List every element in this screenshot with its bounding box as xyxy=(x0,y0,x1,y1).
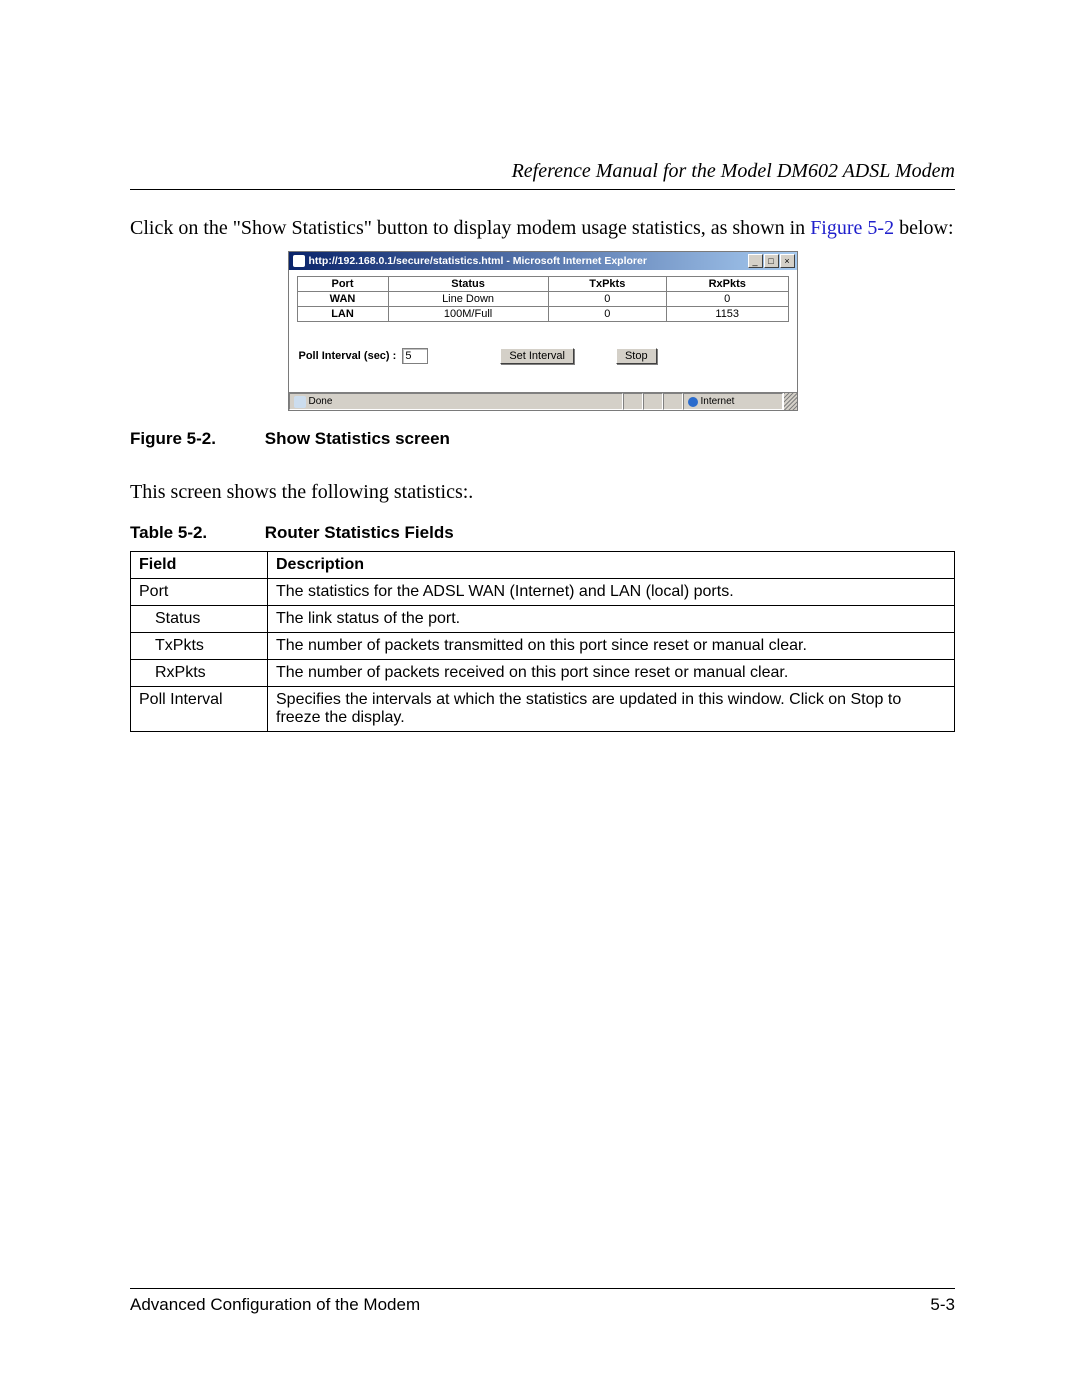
intro-text-post: below: xyxy=(894,217,953,239)
desc-field: TxPkts xyxy=(131,633,268,660)
statistics-table: Port Status TxPkts RxPkts WAN Line Down … xyxy=(297,276,789,322)
cell-port: WAN xyxy=(297,292,388,307)
figure-caption-label: Figure 5-2. xyxy=(130,429,260,449)
desc-desc: The number of packets received on this p… xyxy=(268,660,955,687)
desc-desc: Specifies the intervals at which the sta… xyxy=(268,687,955,732)
desc-field: RxPkts xyxy=(131,660,268,687)
ie-icon xyxy=(293,255,305,267)
close-button[interactable]: × xyxy=(780,254,795,268)
poll-interval-row: Poll Interval (sec) : Set Interval Stop xyxy=(297,348,789,364)
status-pane-empty xyxy=(643,393,663,410)
internet-icon xyxy=(688,397,698,407)
cell-tx: 0 xyxy=(548,292,666,307)
desc-header-field: Field xyxy=(131,552,268,579)
table-row: RxPkts The number of packets received on… xyxy=(131,660,955,687)
maximize-button[interactable]: □ xyxy=(764,254,779,268)
table-caption: Table 5-2. Router Statistics Fields xyxy=(130,523,955,543)
router-statistics-fields-table: Field Description Port The statistics fo… xyxy=(130,551,955,732)
minimize-button[interactable]: _ xyxy=(748,254,763,268)
poll-label: Poll Interval (sec) : xyxy=(299,350,397,362)
cell-port: LAN xyxy=(297,307,388,322)
cell-rx: 1153 xyxy=(666,307,788,322)
intro-paragraph: Click on the "Show Statistics" button to… xyxy=(130,215,955,241)
table-row: WAN Line Down 0 0 xyxy=(297,292,788,307)
desc-header-description: Description xyxy=(268,552,955,579)
page-icon xyxy=(294,396,306,408)
figure-link[interactable]: Figure 5-2 xyxy=(810,217,894,239)
figure-caption: Figure 5-2. Show Statistics screen xyxy=(130,429,955,449)
desc-field: Port xyxy=(131,579,268,606)
col-port: Port xyxy=(297,277,388,292)
window-title: http://192.168.0.1/secure/statistics.htm… xyxy=(309,255,647,267)
desc-desc: The statistics for the ADSL WAN (Interne… xyxy=(268,579,955,606)
resize-grip[interactable] xyxy=(783,393,797,410)
table-caption-text: Router Statistics Fields xyxy=(265,523,454,542)
poll-interval-input[interactable] xyxy=(402,348,428,364)
table-row: Port The statistics for the ADSL WAN (In… xyxy=(131,579,955,606)
table-row: Status The link status of the port. xyxy=(131,606,955,633)
desc-desc: The link status of the port. xyxy=(268,606,955,633)
status-bar: Done Internet xyxy=(289,392,797,410)
footer-page-number: 5-3 xyxy=(930,1295,955,1315)
table-row: LAN 100M/Full 0 1153 xyxy=(297,307,788,322)
mid-paragraph: This screen shows the following statisti… xyxy=(130,479,955,505)
page-header: Reference Manual for the Model DM602 ADS… xyxy=(130,160,955,190)
status-pane-empty xyxy=(663,393,683,410)
table-caption-label: Table 5-2. xyxy=(130,523,260,543)
window-titlebar: http://192.168.0.1/secure/statistics.htm… xyxy=(289,252,797,270)
page-footer: Advanced Configuration of the Modem 5-3 xyxy=(130,1288,955,1315)
status-internet-text: Internet xyxy=(701,396,735,407)
desc-field: Status xyxy=(131,606,268,633)
figure-caption-text: Show Statistics screen xyxy=(265,429,450,448)
status-done-text: Done xyxy=(309,396,333,407)
col-rxpkts: RxPkts xyxy=(666,277,788,292)
cell-rx: 0 xyxy=(666,292,788,307)
cell-tx: 0 xyxy=(548,307,666,322)
status-pane-empty xyxy=(623,393,643,410)
table-row: Poll Interval Specifies the intervals at… xyxy=(131,687,955,732)
status-internet: Internet xyxy=(683,393,783,410)
status-done: Done xyxy=(289,393,623,410)
desc-desc: The number of packets transmitted on thi… xyxy=(268,633,955,660)
intro-text-pre: Click on the "Show Statistics" button to… xyxy=(130,217,810,239)
set-interval-button[interactable]: Set Interval xyxy=(500,348,574,364)
stop-button[interactable]: Stop xyxy=(616,348,657,364)
col-status: Status xyxy=(388,277,548,292)
col-txpkts: TxPkts xyxy=(548,277,666,292)
footer-left: Advanced Configuration of the Modem xyxy=(130,1295,420,1315)
table-row: TxPkts The number of packets transmitted… xyxy=(131,633,955,660)
desc-field: Poll Interval xyxy=(131,687,268,732)
cell-status: Line Down xyxy=(388,292,548,307)
screenshot-window: http://192.168.0.1/secure/statistics.htm… xyxy=(288,251,798,411)
cell-status: 100M/Full xyxy=(388,307,548,322)
